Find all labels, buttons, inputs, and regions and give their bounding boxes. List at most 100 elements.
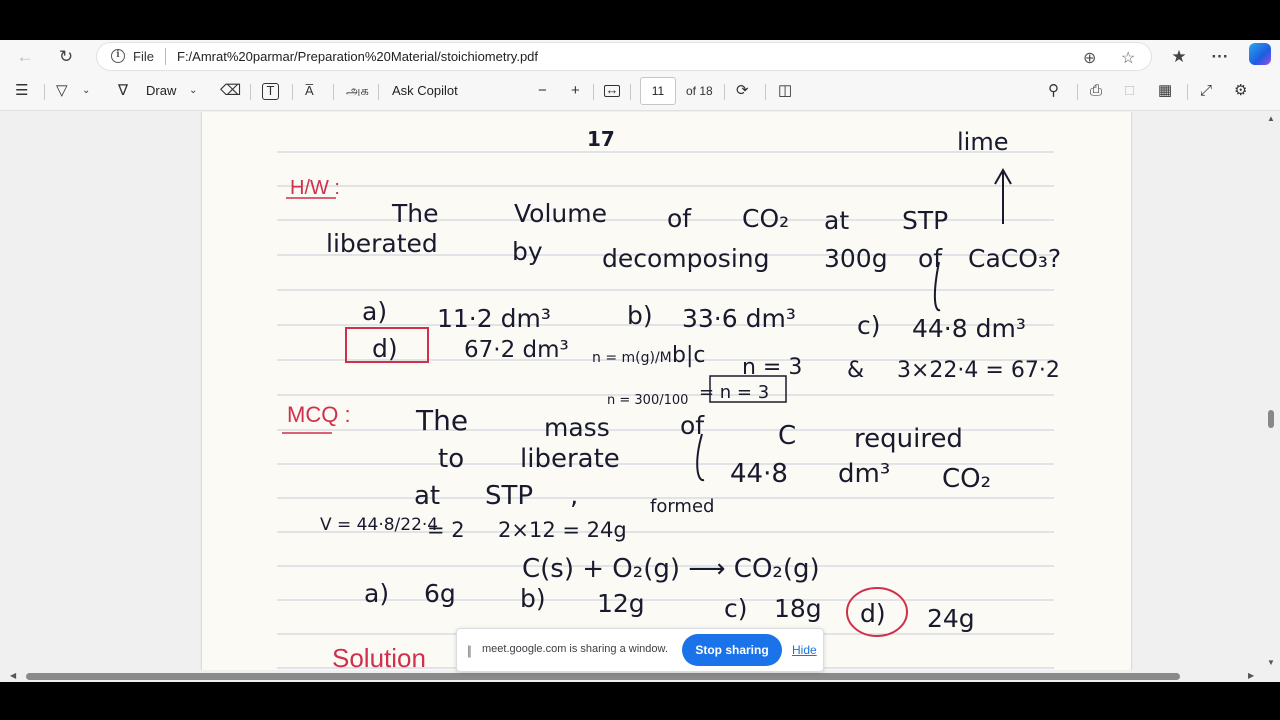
vertical-scrollbar[interactable]: ▲ ▼ — [1262, 112, 1280, 670]
favorite-icon[interactable]: ☆ — [1121, 48, 1135, 68]
page-total-label: of 18 — [686, 84, 713, 98]
corner-note: lime — [957, 128, 1008, 156]
rotate-icon[interactable]: ⟳ — [736, 82, 749, 100]
q1-option: 67·2 dm³ — [464, 337, 569, 363]
q2-option: c) — [724, 594, 748, 623]
search-icon[interactable]: ⚲ — [1048, 82, 1059, 100]
q2-work: = 2 — [427, 518, 465, 542]
highlight-icon[interactable]: ▽ — [56, 82, 68, 100]
scroll-up-icon[interactable]: ▲ — [1267, 114, 1275, 123]
toolbar-divider — [1077, 84, 1078, 100]
q1-work: n = m(g)/M — [592, 350, 672, 366]
chevron-down-icon[interactable]: ⌄ — [189, 82, 197, 100]
info-icon[interactable]: i — [111, 49, 125, 63]
url-scheme-label: File — [133, 49, 154, 64]
q2-word: mass — [544, 413, 610, 442]
q2-word: , — [570, 481, 578, 511]
chemical-equation: C(s) + O₂(g) ⟶ CO₂(g) — [522, 554, 820, 584]
settings-icon[interactable]: ⚙ — [1234, 82, 1247, 100]
scroll-down-icon[interactable]: ▼ — [1267, 658, 1275, 667]
pdf-page: 17 lime H/W : The Volume of CO₂ at STP l… — [202, 112, 1131, 670]
q2-option: 18g — [774, 594, 822, 623]
url-box[interactable]: i File F:/Amrat%20parmar/Preparation%20M… — [96, 42, 1152, 71]
stop-sharing-button[interactable]: Stop sharing — [682, 634, 782, 666]
q2-word: required — [854, 424, 963, 454]
ask-copilot-button[interactable]: Ask Copilot — [392, 82, 458, 100]
page-number-input[interactable]: 11 — [640, 77, 676, 105]
save-as-icon[interactable]: ▦ — [1158, 82, 1172, 100]
toolbar-divider — [724, 84, 725, 100]
q2-word: C — [778, 421, 796, 451]
q1-work: = n = 3 — [699, 382, 769, 403]
draw-label[interactable]: Draw — [146, 82, 176, 100]
toolbar-divider — [593, 84, 594, 100]
q1-option: b) — [627, 301, 653, 330]
q1-word: by — [512, 237, 543, 266]
hide-button[interactable]: Hide — [792, 643, 817, 657]
sharing-message: meet.google.com is sharing a window. — [482, 643, 668, 655]
zoom-in-button[interactable]: + — [571, 82, 580, 100]
toolbar-divider — [333, 84, 334, 100]
q2-option: 6g — [424, 579, 456, 608]
q1-word: decomposing — [602, 244, 770, 273]
q2-word: at — [414, 481, 440, 511]
contents-icon[interactable]: ☰ — [15, 82, 28, 100]
erase-icon[interactable]: ⌫ — [220, 82, 241, 100]
draw-icon[interactable]: ∇ — [118, 82, 128, 100]
chevron-down-icon[interactable]: ⌄ — [82, 82, 90, 100]
q1-word: 300g — [824, 244, 888, 273]
scroll-thumb[interactable] — [26, 673, 1180, 680]
q2-work: V = 44·8/22·4 — [320, 515, 438, 535]
url-divider — [165, 48, 166, 65]
copilot-icon[interactable] — [1249, 43, 1271, 65]
q1-option: 11·2 dm³ — [437, 304, 551, 333]
q1-option: 44·8 dm³ — [912, 314, 1026, 343]
fit-page-icon[interactable]: ↔ — [604, 83, 620, 97]
toolbar-divider — [292, 84, 293, 100]
pdf-viewer[interactable]: 17 lime H/W : The Volume of CO₂ at STP l… — [0, 112, 1262, 670]
q2-option: b) — [520, 584, 546, 613]
sharing-banner: || meet.google.com is sharing a window. … — [456, 628, 824, 672]
scroll-right-icon[interactable]: ▶ — [1248, 671, 1254, 680]
translate-icon[interactable]: அக — [346, 82, 369, 100]
zoom-out-button[interactable]: − — [538, 82, 547, 100]
q1-work: 3×22·4 = 67·2 — [897, 358, 1060, 383]
drag-handle-icon[interactable]: || — [467, 643, 472, 658]
q2-option: a) — [364, 579, 389, 608]
q1-word: of — [667, 204, 692, 233]
q1-word: Volume — [514, 199, 607, 228]
q2-word: 44·8 — [730, 459, 788, 489]
page-view-icon[interactable]: ◫ — [778, 82, 792, 100]
save-icon[interactable]: □ — [1125, 82, 1134, 100]
zoom-icon[interactable]: ⊕ — [1083, 48, 1096, 68]
toolbar-divider — [630, 84, 631, 100]
toolbar-divider — [250, 84, 251, 100]
q1-word: liberated — [326, 229, 438, 258]
text-icon[interactable]: T — [262, 83, 279, 100]
q1-work: & — [847, 358, 864, 383]
url-text[interactable]: F:/Amrat%20parmar/Preparation%20Material… — [177, 49, 538, 64]
q2-word: dm³ — [838, 459, 890, 489]
address-bar: ← ↻ i File F:/Amrat%20parmar/Preparation… — [0, 40, 1280, 72]
refresh-icon[interactable]: ↻ — [53, 44, 79, 70]
q1-word: The — [391, 199, 439, 228]
q1-option: d) — [372, 334, 398, 363]
q1-word: CaCO₃? — [968, 244, 1061, 273]
q1-option: 33·6 dm³ — [682, 304, 796, 333]
back-icon[interactable]: ← — [12, 44, 38, 70]
q1-word: STP — [902, 206, 948, 235]
q2-word: formed — [650, 496, 714, 517]
more-icon[interactable]: ··· — [1207, 44, 1233, 70]
favorites-icon[interactable]: ★ — [1166, 44, 1192, 70]
q2-word: to — [438, 444, 464, 474]
handwritten-notes: 17 lime H/W : The Volume of CO₂ at STP l… — [277, 127, 1061, 670]
q2-work: 2×12 = 24g — [498, 518, 627, 542]
q2-option: d) — [860, 599, 886, 628]
scroll-left-icon[interactable]: ◀ — [10, 671, 16, 680]
q2-word: liberate — [520, 444, 620, 474]
read-aloud-icon[interactable]: A̅ — [305, 82, 314, 100]
fullscreen-icon[interactable]: ⤢ — [1200, 82, 1212, 100]
scroll-thumb[interactable] — [1268, 410, 1274, 428]
print-icon[interactable]: ⎙ — [1090, 82, 1102, 100]
q1-word: CO₂ — [742, 204, 789, 233]
